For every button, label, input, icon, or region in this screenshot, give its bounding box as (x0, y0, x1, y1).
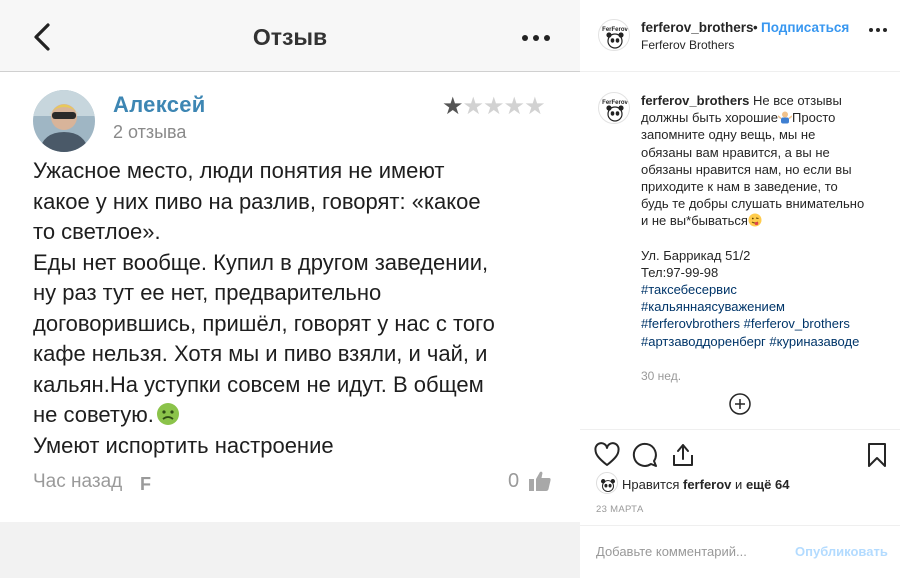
liker-avatar[interactable] (596, 472, 618, 494)
caption-text: и не вы*бываться (641, 213, 748, 229)
hashtag-link[interactable]: #таксебесервис (641, 282, 737, 297)
plus-circle-icon[interactable] (728, 392, 752, 416)
caption-username[interactable]: ferferov_brothers (641, 93, 749, 108)
review-line: Еды нет вообще. Купил в другом заведении… (33, 249, 489, 275)
bookmark-icon[interactable] (864, 442, 890, 468)
review-text: Ужасное место, люди понятия не имеют как… (33, 156, 568, 461)
logo-lettering: FerFerov (602, 100, 628, 106)
comment-input[interactable] (596, 544, 786, 559)
comment-icon[interactable] (632, 442, 658, 468)
caption-text: запомните одну вещь, мы не (641, 127, 816, 143)
share-icon[interactable] (670, 442, 696, 468)
review-line: кафе нельзя. Хотя мы и пиво взяли, и чай… (33, 341, 488, 366)
post-age[interactable]: 30 нед. (641, 369, 681, 383)
star-empty-icon: ★ (483, 92, 504, 120)
star-empty-icon: ★ (503, 92, 525, 120)
thumbs-up-icon (529, 471, 551, 491)
more-options-icon[interactable] (869, 28, 887, 32)
reviewer-review-count: 2 отзыва (113, 122, 187, 142)
caption-address: Ул. Баррикад 51/2 (641, 247, 751, 263)
hashtag-link[interactable]: #кальяннаясуважением (641, 299, 785, 314)
caption-text: обязаны вам нравится, а вы не (641, 144, 830, 160)
reviewer-name: Алексей (113, 92, 206, 117)
review-line: кальян.На уступки совсем не идут. В обще… (33, 371, 484, 397)
review-line: ну раз тут ее нет, предварительно (33, 280, 382, 305)
more-icon (522, 35, 550, 41)
hashtag-link[interactable]: #ferferovbrothers (641, 316, 740, 331)
post-actions (580, 429, 900, 479)
caption-avatar[interactable]: FerFerov (598, 92, 630, 124)
review-like-count: 0 (508, 470, 520, 492)
logo-lettering: FerFerov (602, 27, 628, 33)
review-line: то светлое». (33, 219, 161, 244)
flag-icon: F (140, 474, 151, 494)
publish-button[interactable]: Опубликовать (795, 544, 888, 559)
nauseated-face-icon (156, 403, 179, 425)
star-empty-icon: ★ (524, 92, 545, 120)
post-caption: ferferov_brothers Не все отзывы должны б… (641, 92, 881, 350)
hashtag-link[interactable]: #артзаводдоренберг (641, 334, 766, 349)
review-app-header: Отзыв (0, 0, 580, 72)
review-line: договорившись, пришёл, говорят у нас с т… (33, 310, 495, 336)
post-header: FerFerov ferferov_brothers • Подписаться… (580, 0, 900, 72)
review-screen-title: Отзыв (252, 24, 328, 50)
shrug-emoji-icon (778, 111, 793, 124)
account-username[interactable]: ferferov_brothers (641, 20, 754, 35)
caption-phone: Тел:97-99-98 (641, 264, 719, 280)
caption-text: должны быть хорошие (641, 110, 779, 126)
account-avatar[interactable]: FerFerov (598, 19, 630, 51)
review-line: Ужасное место, люди понятия не имеют (33, 158, 445, 183)
review-line: не советую. (33, 400, 568, 431)
account-full-name: Ferferov Brothers (641, 38, 735, 52)
post-photo: Отзыв Алексей 2 отзыва ★★★★★ Ужасное мес… (0, 0, 580, 578)
review-app-footer (0, 522, 580, 578)
star-empty-icon: ★ (462, 92, 484, 120)
review-line: какое у них пиво на разлив, говорят: «ка… (33, 188, 481, 214)
tongue-face-emoji-icon (748, 213, 762, 227)
caption-text: Не все отзывы (753, 93, 842, 108)
caption-text: будь те добры слушать внимательно (641, 196, 865, 212)
star-filled-icon: ★ (442, 92, 463, 120)
reviewer-avatar (33, 90, 95, 152)
comment-bar: Опубликовать (580, 525, 900, 578)
caption-text: Просто (792, 110, 836, 126)
post-date: 23 МАРТА (596, 504, 644, 515)
hashtag-link[interactable]: #куриназаводе (769, 334, 859, 349)
review-card: Алексей 2 отзыва ★★★★★ Ужасное место, лю… (0, 72, 580, 522)
rating-stars: ★★★★★ (442, 92, 546, 120)
post-side-panel: FerFerov ferferov_brothers • Подписаться… (580, 0, 900, 578)
caption-text: обязаны нравится нам, но если вы (641, 161, 852, 177)
heart-icon[interactable] (594, 442, 620, 468)
review-time: Час назад (33, 471, 123, 492)
caption-text: приходите к нам в заведение, то (641, 179, 838, 195)
separator-dot: • (753, 20, 758, 35)
hashtag-link[interactable]: #ferferov_brothers (744, 316, 850, 331)
review-line: Умеют испортить настроение (33, 432, 334, 458)
follow-button[interactable]: Подписаться (761, 20, 849, 35)
liked-by[interactable]: Нравится ferferov и ещё 64 (622, 477, 789, 492)
